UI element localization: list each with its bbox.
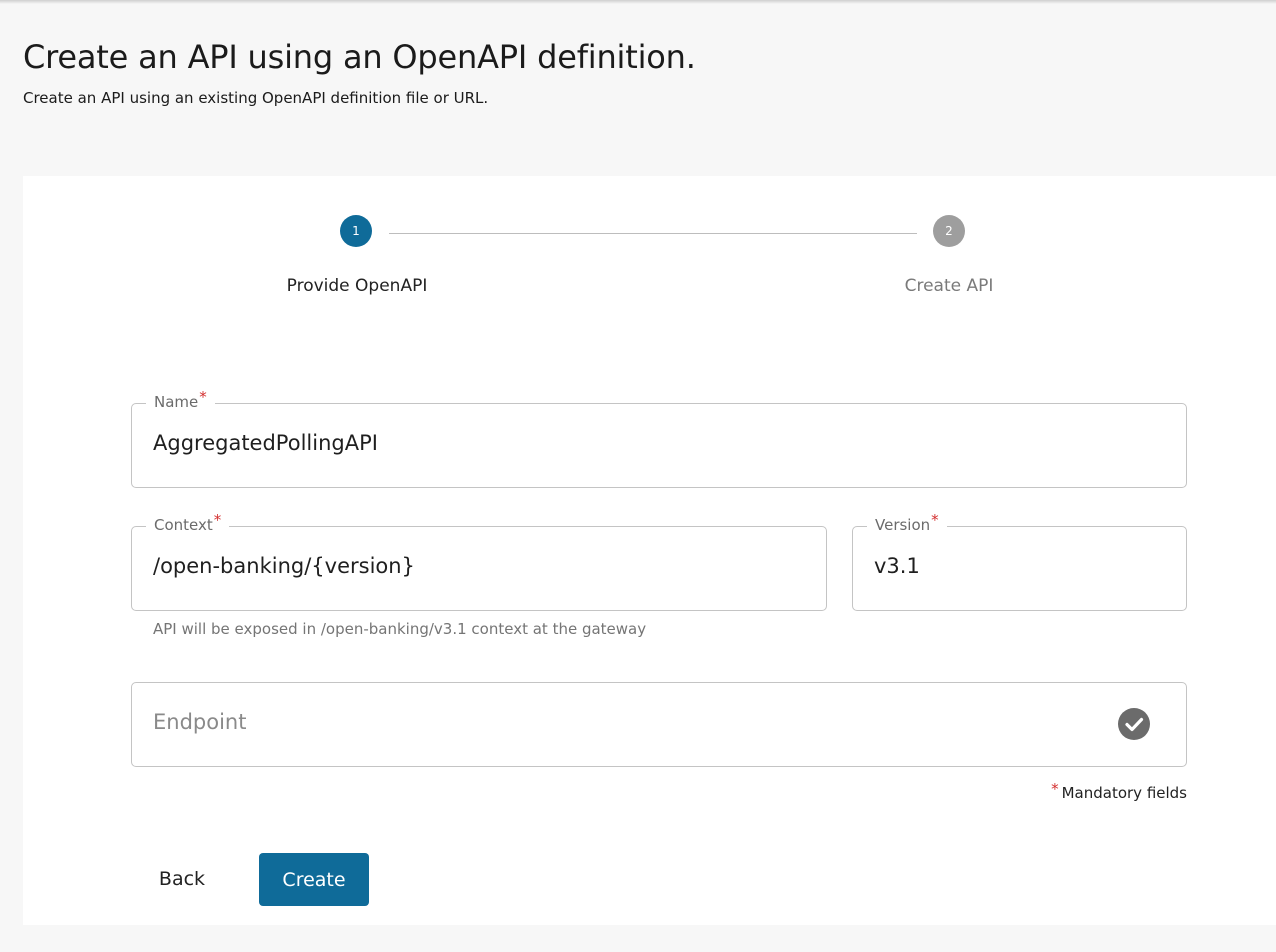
version-label: Version*	[867, 511, 947, 535]
check-circle-icon	[1118, 708, 1150, 740]
form-card: 1 2 Provide OpenAPI Create API Name* Con…	[23, 176, 1276, 925]
step-2-indicator: 2	[933, 215, 965, 247]
endpoint-field[interactable]: Endpoint	[131, 682, 1187, 767]
top-shadow	[0, 0, 1276, 4]
mandatory-fields-note: * Mandatory fields	[1051, 780, 1187, 802]
page-title: Create an API using an OpenAPI definitio…	[23, 38, 696, 76]
endpoint-placeholder: Endpoint	[153, 710, 247, 734]
required-asterisk: *	[213, 511, 222, 529]
context-field[interactable]: Context*	[131, 511, 827, 611]
page-subtitle: Create an API using an existing OpenAPI …	[23, 89, 489, 107]
required-asterisk: *	[199, 388, 207, 406]
required-asterisk: *	[931, 511, 939, 529]
step-2-label: Create API	[904, 276, 994, 296]
context-label: Context*	[146, 511, 230, 535]
name-field[interactable]: Name*	[131, 388, 1187, 488]
context-helper-text: API will be exposed in /open-banking/v3.…	[153, 620, 647, 638]
context-input[interactable]	[153, 554, 778, 578]
name-input[interactable]	[153, 431, 1102, 455]
step-1-indicator: 1	[340, 215, 372, 247]
create-button[interactable]: Create	[259, 853, 369, 906]
stepper-connector	[389, 233, 917, 234]
step-1-label: Provide OpenAPI	[286, 276, 428, 296]
version-field[interactable]: Version*	[852, 511, 1187, 611]
back-button[interactable]: Back	[143, 853, 221, 905]
version-input[interactable]	[874, 554, 1174, 578]
required-asterisk: *	[1051, 780, 1059, 798]
name-label: Name*	[146, 388, 215, 412]
